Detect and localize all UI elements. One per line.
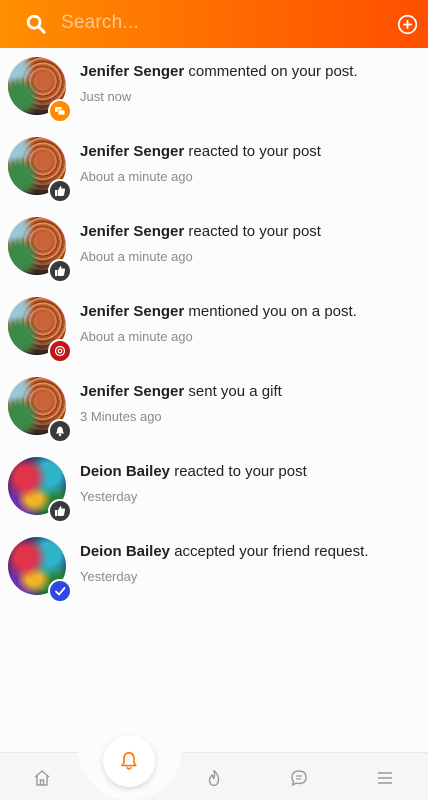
- notification-item[interactable]: Jenifer Senger mentioned you on a post. …: [0, 288, 428, 368]
- notification-item[interactable]: Jenifer Senger reacted to your post Abou…: [0, 208, 428, 288]
- comment-icon: [48, 99, 72, 123]
- thumbs-up-icon: [48, 499, 72, 523]
- notifications-tab-button[interactable]: [103, 735, 155, 787]
- notification-item[interactable]: Jenifer Senger sent you a gift 3 Minutes…: [0, 368, 428, 448]
- notification-text: Deion Bailey accepted your friend reques…: [80, 543, 369, 560]
- search-icon[interactable]: [25, 13, 47, 35]
- notification-action: accepted your friend request.: [174, 543, 369, 560]
- notification-time: Yesterday: [80, 489, 138, 504]
- notification-action: reacted to your post: [174, 463, 307, 480]
- notification-item[interactable]: Deion Bailey reacted to your post Yester…: [0, 448, 428, 528]
- notification-time: 3 Minutes ago: [80, 409, 162, 424]
- notification-time: Yesterday: [80, 569, 138, 584]
- user-name[interactable]: Jenifer Senger: [80, 383, 184, 400]
- notification-time: About a minute ago: [80, 329, 193, 344]
- add-circle-icon[interactable]: [397, 14, 418, 35]
- trending-flame-icon[interactable]: [205, 769, 223, 787]
- notification-item[interactable]: Jenifer Senger commented on your post. J…: [0, 48, 428, 128]
- notification-text: Jenifer Senger commented on your post.: [80, 63, 358, 80]
- user-name[interactable]: Deion Bailey: [80, 463, 170, 480]
- notification-time: About a minute ago: [80, 249, 193, 264]
- notification-text: Deion Bailey reacted to your post: [80, 463, 307, 480]
- notification-text: Jenifer Senger sent you a gift: [80, 383, 282, 400]
- check-icon: [48, 579, 72, 603]
- notifications-bell-icon: [121, 751, 137, 770]
- notification-action: mentioned you on a post.: [188, 303, 357, 320]
- notification-action: commented on your post.: [188, 63, 358, 80]
- notification-action: reacted to your post: [188, 223, 321, 240]
- notification-action: sent you a gift: [188, 383, 282, 400]
- menu-icon[interactable]: [376, 769, 394, 787]
- user-name[interactable]: Jenifer Senger: [80, 63, 184, 80]
- notification-time: About a minute ago: [80, 169, 193, 184]
- notification-text: Jenifer Senger mentioned you on a post.: [80, 303, 357, 320]
- at-sign-icon: [48, 339, 72, 363]
- thumbs-up-icon: [48, 259, 72, 283]
- home-icon[interactable]: [33, 769, 51, 787]
- user-name[interactable]: Jenifer Senger: [80, 223, 184, 240]
- search-input[interactable]: Search...: [61, 12, 139, 34]
- notification-item[interactable]: Jenifer Senger reacted to your post Abou…: [0, 128, 428, 208]
- top-bar: Search...: [0, 0, 428, 48]
- bottom-navigation: [0, 752, 428, 800]
- notification-text: Jenifer Senger reacted to your post: [80, 143, 321, 160]
- notification-action: reacted to your post: [188, 143, 321, 160]
- notification-time: Just now: [80, 89, 132, 104]
- user-name[interactable]: Deion Bailey: [80, 543, 170, 560]
- notification-text: Jenifer Senger reacted to your post: [80, 223, 321, 240]
- messages-icon[interactable]: [290, 769, 308, 787]
- user-name[interactable]: Jenifer Senger: [80, 143, 184, 160]
- notification-item[interactable]: Deion Bailey accepted your friend reques…: [0, 528, 428, 608]
- user-name[interactable]: Jenifer Senger: [80, 303, 184, 320]
- gift-icon: [48, 419, 72, 443]
- notification-list: Jenifer Senger commented on your post. J…: [0, 48, 428, 608]
- thumbs-up-icon: [48, 179, 72, 203]
